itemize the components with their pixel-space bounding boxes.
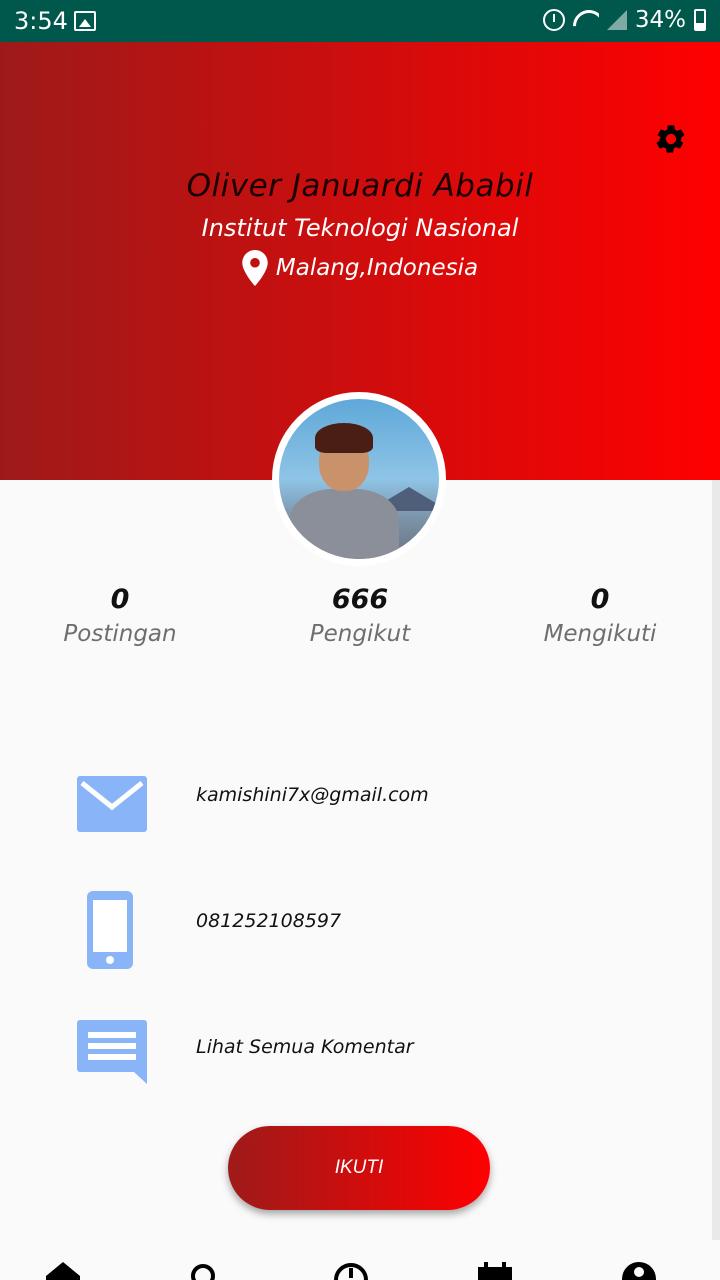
follow-button[interactable]: IKUTI bbox=[228, 1126, 490, 1210]
stat-following[interactable]: 0 Mengikuti bbox=[480, 584, 720, 647]
stat-followers-label: Pengikut bbox=[309, 621, 411, 647]
mail-icon bbox=[77, 776, 147, 832]
scrollbar[interactable] bbox=[712, 480, 720, 1240]
profile-institution: Institut Teknologi Nasional bbox=[201, 214, 519, 242]
wifi-icon bbox=[573, 10, 599, 30]
avatar-photo-hair bbox=[315, 423, 373, 453]
avatar-photo-body bbox=[289, 489, 399, 559]
phone-text: 081252108597 bbox=[196, 910, 342, 932]
comments-row[interactable]: Lihat Semua Komentar bbox=[0, 1018, 720, 1098]
comments-text: Lihat Semua Komentar bbox=[196, 1036, 414, 1058]
settings-gear-icon[interactable] bbox=[654, 122, 688, 156]
location-text: Malang,Indonesia bbox=[275, 255, 479, 281]
phone-row[interactable]: 081252108597 bbox=[0, 888, 720, 969]
comment-icon bbox=[77, 1020, 147, 1084]
battery-percent: 34% bbox=[634, 7, 686, 33]
stat-followers-value: 666 bbox=[331, 584, 389, 615]
status-bar: 3:54 34% bbox=[0, 0, 720, 42]
battery-icon bbox=[694, 9, 706, 31]
alarm-icon bbox=[542, 9, 565, 31]
bottom-nav bbox=[0, 1262, 720, 1280]
email-text: kamishini7x@gmail.com bbox=[196, 784, 429, 806]
gallery-icon bbox=[74, 11, 96, 31]
stat-posts[interactable]: 0 Postingan bbox=[0, 584, 240, 647]
stat-following-label: Mengikuti bbox=[543, 621, 657, 647]
stat-posts-label: Postingan bbox=[63, 621, 177, 647]
status-icons: 34% bbox=[542, 7, 706, 33]
profile-name: Oliver Januardi Ababil bbox=[186, 168, 534, 204]
profile-location: Malang,Indonesia bbox=[0, 250, 720, 286]
profile-icon[interactable] bbox=[622, 1262, 656, 1280]
avatar-photo bbox=[279, 399, 439, 559]
avatar[interactable] bbox=[272, 392, 446, 566]
clock-icon[interactable] bbox=[334, 1262, 368, 1280]
status-time: 3:54 bbox=[14, 7, 68, 35]
search-icon[interactable] bbox=[186, 1262, 220, 1280]
signal-icon bbox=[606, 10, 627, 30]
stat-posts-value: 0 bbox=[110, 584, 130, 615]
stat-following-value: 0 bbox=[590, 584, 610, 615]
home-icon[interactable] bbox=[46, 1262, 80, 1280]
profile-stats: 0 Postingan 666 Pengikut 0 Mengikuti bbox=[0, 584, 720, 664]
calendar-icon[interactable] bbox=[478, 1262, 512, 1280]
email-row[interactable]: kamishini7x@gmail.com bbox=[0, 770, 720, 850]
phone-icon bbox=[87, 891, 133, 969]
location-pin-icon bbox=[242, 250, 268, 286]
stat-followers[interactable]: 666 Pengikut bbox=[240, 584, 480, 647]
